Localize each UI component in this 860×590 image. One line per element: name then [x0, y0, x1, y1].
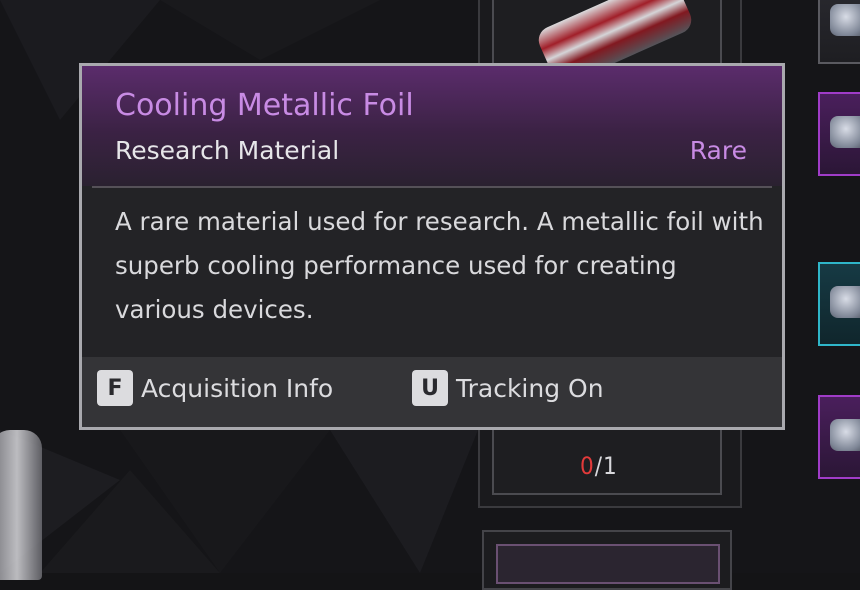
tracking-toggle-button[interactable]: U Tracking On: [412, 370, 604, 406]
inventory-slot-bottom-item[interactable]: [496, 544, 720, 584]
count-need: 1: [603, 452, 618, 480]
tooltip-header: [82, 66, 782, 186]
edge-slot-4[interactable]: [818, 395, 860, 479]
item-description: A rare material used for research. A met…: [115, 207, 764, 324]
edge-slot-3[interactable]: [818, 262, 860, 346]
tooltip-divider: [92, 186, 772, 188]
edge-slot-1[interactable]: [818, 0, 860, 64]
item-icon: [830, 116, 860, 148]
acquisition-info-label: Acquisition Info: [141, 373, 334, 403]
item-type: Research Material: [115, 136, 340, 165]
item-rarity: Rare: [689, 136, 747, 165]
u-key-icon: U: [412, 370, 448, 406]
item-icon: [830, 286, 860, 318]
count-separator: /: [594, 452, 604, 480]
count-have: 0: [580, 452, 595, 480]
edge-slot-2[interactable]: [818, 92, 860, 176]
acquisition-info-button[interactable]: F Acquisition Info: [97, 370, 333, 406]
tooltip-footer: F Acquisition Info U Tracking On: [82, 357, 782, 427]
material-count: 0/1: [580, 452, 618, 480]
item-icon: [830, 4, 860, 36]
character-figure: [0, 430, 42, 580]
tracking-label: Tracking On: [456, 373, 604, 403]
item-icon: [830, 419, 860, 451]
item-tooltip: Cooling Metallic Foil Research Material …: [79, 63, 785, 430]
f-key-icon: F: [97, 370, 133, 406]
item-title: Cooling Metallic Foil: [115, 88, 414, 123]
